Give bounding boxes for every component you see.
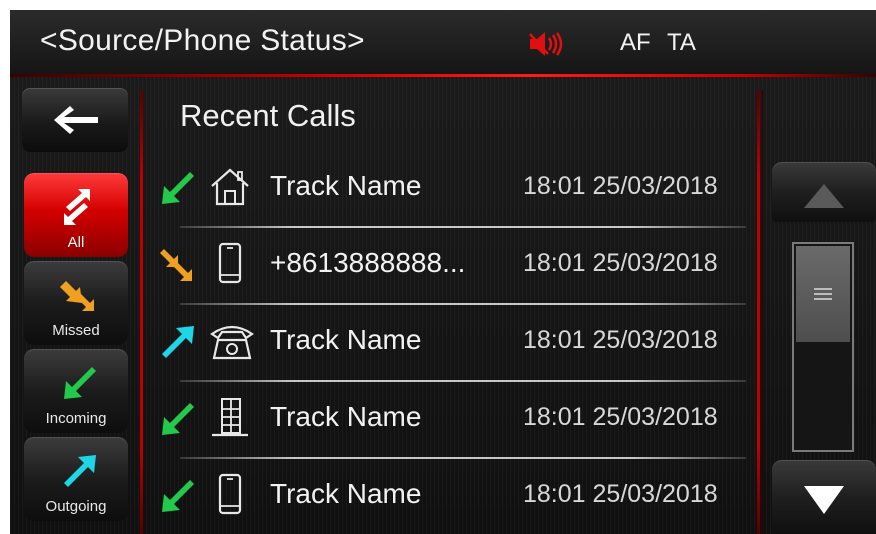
header-bar: <Source/Phone Status> AF TA: [10, 10, 876, 77]
incoming-call-icon: [162, 480, 194, 512]
triangle-up-icon: [804, 184, 844, 208]
call-row[interactable]: Track Name 18:01 25/03/2018: [150, 381, 750, 457]
arrow-left-icon: [54, 106, 98, 134]
filter-missed-button[interactable]: Missed: [24, 261, 128, 345]
ta-indicator[interactable]: TA: [667, 29, 696, 57]
back-button[interactable]: [22, 88, 128, 152]
call-row[interactable]: Track Name 18:01 25/03/2018: [150, 458, 750, 534]
header-divider: [10, 74, 876, 77]
right-separator: [757, 90, 760, 534]
call-time: 18:01 25/03/2018: [523, 172, 718, 200]
scroll-up-button[interactable]: [772, 162, 876, 222]
mobile-phone-icon: [218, 242, 242, 284]
call-name: +8613888888...: [270, 247, 466, 278]
call-row[interactable]: Track Name 18:01 25/03/2018: [150, 150, 750, 226]
filter-all-button[interactable]: All: [24, 173, 128, 257]
call-row[interactable]: +8613888888... 18:01 25/03/2018: [150, 227, 750, 303]
filter-label: Incoming: [45, 410, 107, 427]
scrollbar-track[interactable]: [792, 242, 854, 452]
call-name: Track Name: [270, 324, 422, 355]
grip-lines-icon: [814, 288, 832, 300]
missed-call-icon: [60, 281, 94, 311]
incoming-call-icon: [64, 367, 96, 399]
call-row[interactable]: Track Name 18:01 25/03/2018: [150, 304, 750, 380]
missed-call-icon: [160, 249, 192, 281]
call-time: 18:01 25/03/2018: [523, 403, 718, 431]
incoming-call-icon: [162, 403, 194, 435]
call-name: Track Name: [270, 401, 422, 432]
speaker-muted-icon: [529, 32, 563, 56]
call-time: 18:01 25/03/2018: [523, 249, 718, 277]
right-separator-shadow: [762, 90, 763, 534]
home-icon: [211, 168, 249, 206]
landline-phone-icon: [210, 325, 254, 360]
all-calls-icon: [64, 189, 90, 225]
scrollbar-thumb[interactable]: [796, 246, 850, 342]
scroll-down-button[interactable]: [772, 460, 876, 534]
office-building-icon: [212, 398, 248, 437]
left-separator: [140, 90, 143, 534]
filter-label: Outgoing: [45, 498, 107, 515]
triangle-down-icon: [804, 486, 844, 514]
filter-outgoing-button[interactable]: Outgoing: [24, 437, 128, 521]
phone-status-screen: <Source/Phone Status> AF TA All Missed I…: [10, 10, 876, 534]
page-title: <Source/Phone Status>: [40, 24, 365, 57]
filter-label: All: [67, 234, 85, 251]
mobile-phone-icon: [218, 473, 242, 515]
call-name: Track Name: [270, 478, 422, 509]
incoming-call-icon: [162, 172, 194, 204]
outgoing-call-icon: [162, 326, 194, 358]
call-time: 18:01 25/03/2018: [523, 480, 718, 508]
recent-calls-title: Recent Calls: [180, 98, 356, 133]
filter-incoming-button[interactable]: Incoming: [24, 349, 128, 433]
call-time: 18:01 25/03/2018: [523, 326, 718, 354]
outgoing-call-icon: [64, 455, 96, 487]
filter-label: Missed: [52, 322, 100, 339]
call-name: Track Name: [270, 170, 422, 201]
af-indicator[interactable]: AF: [620, 29, 651, 57]
